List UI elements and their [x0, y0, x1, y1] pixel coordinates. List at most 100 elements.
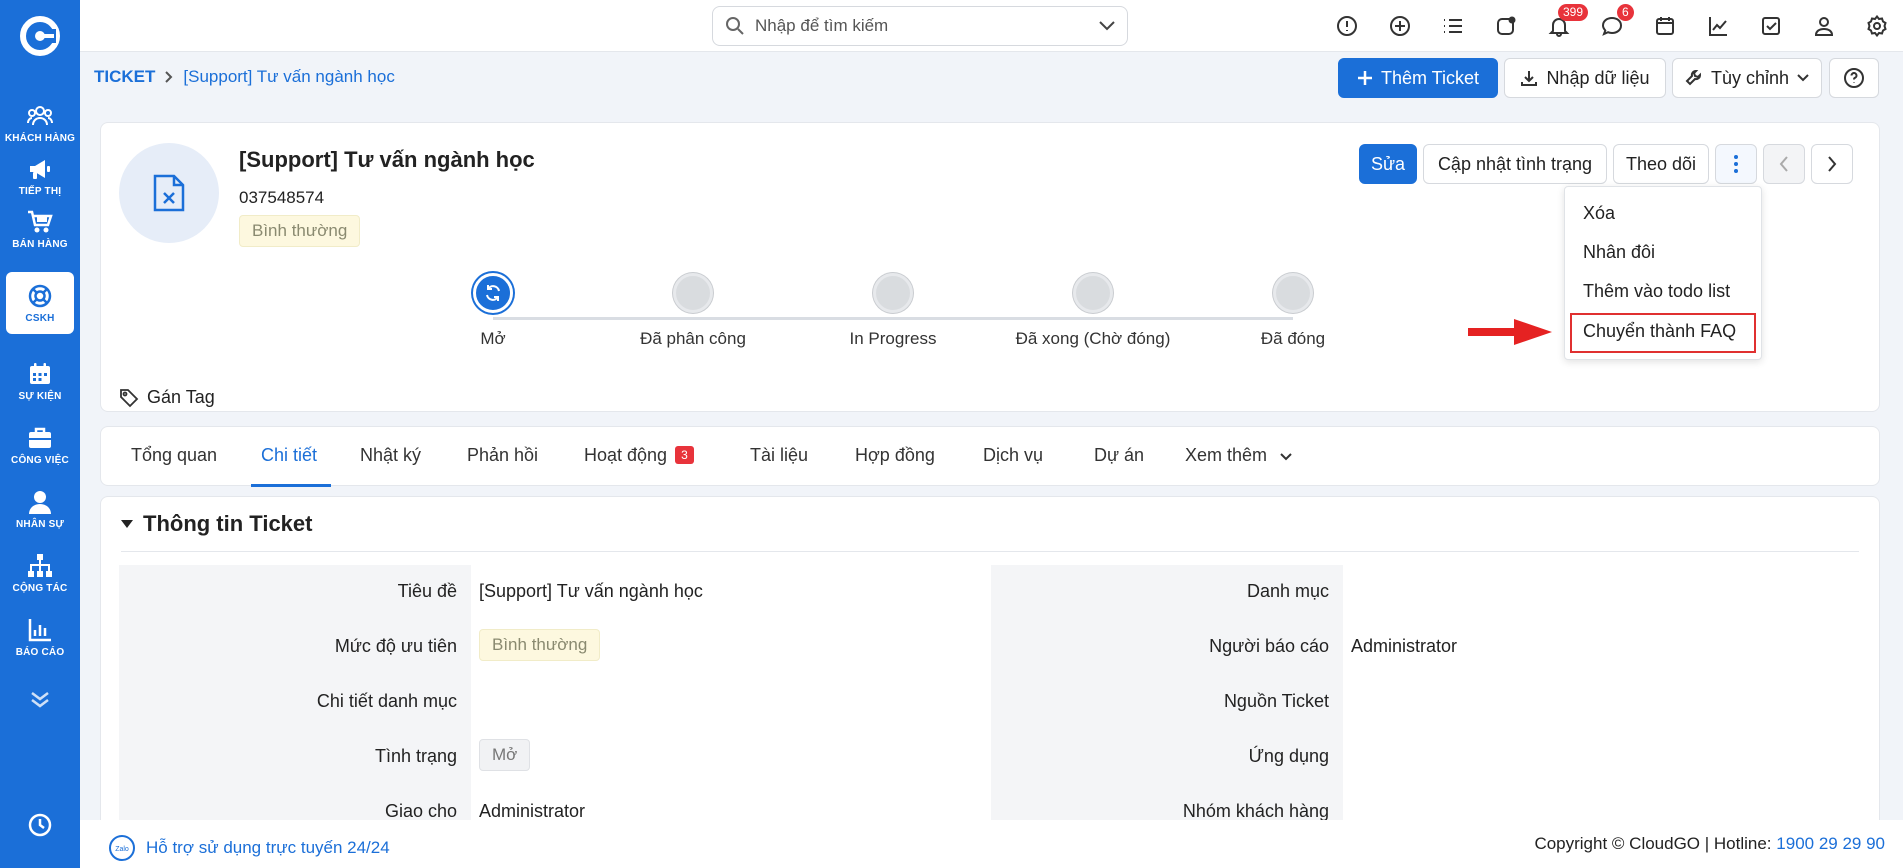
step-label: In Progress	[849, 329, 937, 348]
notification-badge: 399	[1558, 4, 1589, 21]
calendar-button[interactable]	[1638, 0, 1691, 52]
add-tag-button[interactable]: Gán Tag	[119, 387, 215, 408]
sidebar-item-label: BÁO CÁO	[15, 646, 65, 658]
field-label: Người báo cáo	[1209, 636, 1329, 656]
sidebar-item-bao-cao[interactable]: BÁO CÁO	[0, 606, 80, 668]
breadcrumb-current[interactable]: [Support] Tư vấn ngành học	[183, 67, 394, 87]
users-icon	[27, 105, 53, 125]
import-button[interactable]: Nhập dữ liệu	[1504, 58, 1666, 98]
cloudgo-logo[interactable]	[20, 16, 60, 56]
tab-contracts[interactable]: Hợp đồng	[855, 445, 935, 466]
list-button[interactable]	[1426, 0, 1479, 52]
add-ticket-button[interactable]: Thêm Ticket	[1338, 58, 1498, 98]
step-assigned[interactable]: Đã phân công	[593, 273, 793, 349]
footer: Zalo Hỗ trợ sử dụng trực tuyến 24/24 Cop…	[80, 820, 1903, 868]
more-actions-button[interactable]	[1715, 144, 1757, 184]
sidebar-item-ban-hang[interactable]: BÁN HÀNG	[0, 198, 80, 260]
sidebar-item-cskh[interactable]: CSKH	[6, 272, 74, 334]
tab-documents[interactable]: Tài liệu	[750, 445, 808, 466]
tab-overview[interactable]: Tổng quan	[131, 445, 217, 466]
lifebuoy-icon	[28, 284, 52, 307]
customize-button[interactable]: Tùy chỉnh	[1672, 58, 1822, 98]
sidebar-item-label: SỰ KIỆN	[18, 390, 62, 402]
alert-button[interactable]	[1320, 0, 1373, 52]
red-arrow-icon	[1468, 319, 1552, 345]
caret-down-icon	[121, 520, 133, 528]
field-assignee[interactable]: Administrator	[479, 801, 585, 822]
sidebar-item-label: TIẾP THỊ	[18, 185, 62, 197]
step-dot	[873, 273, 913, 313]
tab-feedback[interactable]: Phản hồi	[467, 445, 538, 466]
tab-more[interactable]: Xem thêm	[1185, 445, 1292, 466]
tab-projects[interactable]: Dự án	[1094, 445, 1144, 466]
step-label: Đã đóng	[1260, 329, 1326, 348]
add-button[interactable]	[1373, 0, 1426, 52]
hotline-link[interactable]: 1900 29 29 90	[1776, 834, 1885, 853]
field-label: Danh mục	[1246, 581, 1329, 601]
field-label: Tiêu đề	[397, 581, 457, 601]
notification-button[interactable]: 399	[1532, 0, 1589, 52]
tab-log[interactable]: Nhật ký	[360, 445, 421, 466]
online-support-link[interactable]: Zalo Hỗ trợ sử dụng trực tuyến 24/24	[108, 834, 390, 862]
sidebar-item-su-kien[interactable]: SỰ KIỆN	[0, 350, 80, 412]
plus-icon	[1357, 71, 1372, 85]
customize-label: Tùy chỉnh	[1710, 67, 1790, 88]
menu-item-add-todo[interactable]: Thêm vào todo list	[1583, 281, 1730, 302]
sidebar-expand[interactable]	[0, 690, 80, 708]
calendar-icon	[30, 362, 50, 384]
active-tab-indicator	[251, 484, 331, 487]
search-input[interactable]: Nhập để tìm kiếm	[712, 6, 1128, 46]
step-closed[interactable]: Đã đóng	[1193, 273, 1393, 349]
settings-button[interactable]	[1850, 0, 1903, 52]
edit-button[interactable]: Sửa	[1359, 144, 1417, 184]
prev-record-button[interactable]	[1763, 144, 1805, 184]
tab-activity[interactable]: Hoạt động 3	[584, 445, 694, 466]
chevron-down-icon[interactable]	[1099, 21, 1115, 31]
clock-icon	[28, 813, 52, 837]
step-open[interactable]: Mở	[393, 273, 593, 349]
task-button[interactable]	[1744, 0, 1797, 52]
menu-item-duplicate[interactable]: Nhân đôi	[1583, 242, 1655, 263]
report-icon	[28, 618, 51, 641]
follow-button[interactable]: Theo dõi	[1613, 144, 1709, 184]
field-priority[interactable]: Bình thường	[479, 629, 601, 661]
search-placeholder: Nhập để tìm kiếm	[755, 16, 889, 35]
breadcrumb-root[interactable]: TICKET	[94, 67, 155, 87]
list-icon	[1443, 19, 1462, 33]
breadcrumb: TICKET [Support] Tư vấn ngành học	[94, 67, 395, 87]
menu-item-delete[interactable]: Xóa	[1583, 203, 1615, 224]
vertical-dots-icon	[1734, 155, 1738, 173]
import-label: Nhập dữ liệu	[1546, 67, 1650, 88]
field-title[interactable]: [Support] Tư vấn ngành học	[479, 581, 703, 602]
field-label: Tình trạng	[374, 746, 457, 766]
chevron-right-icon	[165, 71, 173, 83]
sidebar-item-cong-viec[interactable]: CÔNG VIỆC	[0, 414, 80, 476]
step-in-progress[interactable]: In Progress	[793, 273, 993, 349]
menu-item-convert-faq[interactable]: Chuyển thành FAQ	[1583, 321, 1736, 342]
update-status-button[interactable]: Cập nhật tình trạng	[1423, 144, 1607, 184]
more-actions-menu: Xóa Nhân đôi Thêm vào todo list Chuyển t…	[1564, 186, 1762, 360]
history-button[interactable]	[0, 812, 80, 838]
chart-button[interactable]	[1691, 0, 1744, 52]
priority-badge: Bình thường	[239, 215, 361, 247]
help-button[interactable]	[1829, 58, 1879, 98]
copyright: Copyright © CloudGO | Hotline: 1900 29 2…	[1534, 834, 1885, 854]
app-button[interactable]	[1479, 0, 1532, 52]
next-record-button[interactable]	[1811, 144, 1853, 184]
ticket-phone: 037548574	[239, 188, 325, 207]
sidebar-item-nhan-su[interactable]: NHÂN SỰ	[0, 478, 80, 540]
sidebar-item-label: NHÂN SỰ	[15, 518, 65, 530]
message-button[interactable]: 6	[1585, 0, 1638, 52]
sidebar: KHÁCH HÀNG TIẾP THỊ BÁN HÀNG CSKH SỰ KIỆ…	[0, 0, 80, 868]
tab-services[interactable]: Dịch vụ	[983, 445, 1043, 466]
field-reporter[interactable]: Administrator	[1351, 636, 1457, 657]
field-status[interactable]: Mở	[479, 739, 531, 771]
step-done[interactable]: Đã xong (Chờ đóng)	[993, 273, 1193, 349]
profile-button[interactable]	[1797, 0, 1850, 52]
step-label: Mở	[480, 329, 506, 348]
section-toggle[interactable]: Thông tin Ticket	[121, 511, 312, 537]
sidebar-item-cong-tac[interactable]: CỘNG TÁC	[0, 542, 80, 604]
add-ticket-label: Thêm Ticket	[1380, 67, 1480, 88]
tab-detail[interactable]: Chi tiết	[261, 445, 317, 466]
checkbox-icon	[1761, 17, 1780, 35]
